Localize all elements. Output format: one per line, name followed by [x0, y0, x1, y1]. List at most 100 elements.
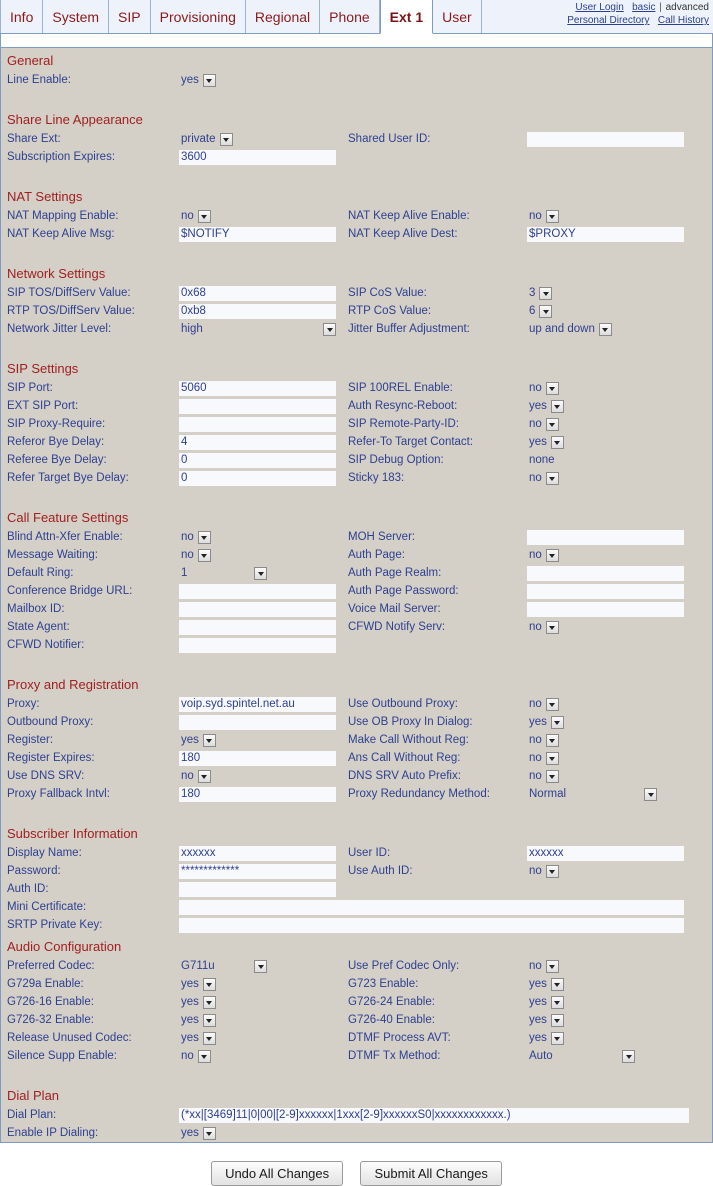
select-value: yes — [529, 996, 547, 1009]
select-g726-40-enable[interactable]: yes — [527, 1013, 579, 1028]
select-sip-100rel-enable[interactable]: no — [527, 381, 579, 396]
select-jitter-buffer-adjustment[interactable]: up and down — [527, 322, 612, 337]
input-sip-port[interactable] — [179, 380, 336, 396]
select-sticky-183[interactable]: no — [527, 471, 579, 486]
top-right-links: User Login basic | advanced Personal Dir… — [567, 1, 709, 27]
input-user-id[interactable] — [527, 845, 684, 861]
select-preferred-codec[interactable]: G711u — [179, 959, 267, 974]
chevron-down-icon — [550, 435, 564, 449]
tab-ext-1[interactable]: Ext 1 — [379, 0, 434, 34]
tab-info[interactable]: Info — [0, 0, 44, 33]
input-mini-certificate[interactable] — [179, 899, 684, 915]
tab-user[interactable]: User — [433, 0, 482, 33]
input-srtp-private-key[interactable] — [179, 917, 684, 933]
select-release-unused-codec[interactable]: yes — [179, 1031, 231, 1046]
select-network-jitter-level[interactable]: high — [179, 322, 336, 337]
select-cfwd-notify-serv[interactable]: no — [527, 620, 579, 635]
advanced-mode-label[interactable]: advanced — [666, 2, 709, 13]
select-line-enable[interactable]: yes — [179, 73, 231, 88]
select-refer-to-target-contact[interactable]: yes — [527, 435, 579, 450]
select-share-ext[interactable]: private — [179, 132, 249, 147]
input-dial-plan[interactable] — [179, 1107, 689, 1123]
submit-all-changes-button[interactable]: Submit All Changes — [360, 1161, 502, 1186]
select-register[interactable]: yes — [179, 733, 231, 748]
select-auth-page[interactable]: no — [527, 548, 579, 563]
chevron-down-icon — [550, 1013, 564, 1027]
tab-system[interactable]: System — [43, 0, 110, 33]
undo-all-changes-button[interactable]: Undo All Changes — [211, 1161, 344, 1186]
input-auth-page-realm[interactable] — [527, 565, 684, 581]
select-enable-ip-dialing[interactable]: yes — [179, 1126, 231, 1141]
label-nat-mapping-enable: NAT Mapping Enable: — [7, 210, 119, 222]
label-password: Password: — [7, 865, 61, 877]
row-network-jitter-level: Network Jitter Level: high Jitter Buffer… — [1, 320, 712, 338]
select-use-pref-codec-only[interactable]: no — [527, 959, 579, 974]
input-proxy-fallback-intvl[interactable] — [179, 786, 336, 802]
basic-mode-link[interactable]: basic — [632, 2, 655, 13]
input-conference-bridge-url[interactable] — [179, 583, 336, 599]
select-g726-24-enable[interactable]: yes — [527, 995, 579, 1010]
select-auth-resync-reboot[interactable]: yes — [527, 399, 579, 414]
select-value: 6 — [529, 305, 536, 318]
select-nat-mapping-enable[interactable]: no — [179, 209, 231, 224]
select-sip-debug-option[interactable]: none — [527, 453, 713, 468]
input-subscription-expires[interactable] — [179, 149, 336, 165]
select-proxy-redundancy-method[interactable]: Normal — [527, 787, 657, 802]
select-use-outbound-proxy[interactable]: no — [527, 697, 579, 712]
select-g726-32-enable[interactable]: yes — [179, 1013, 231, 1028]
input-state-agent[interactable] — [179, 619, 336, 635]
input-sip-proxy-require[interactable] — [179, 416, 336, 432]
row-g729a-enable: G729a Enable: yes G723 Enable: yes — [1, 975, 712, 993]
select-g729a-enable[interactable]: yes — [179, 977, 231, 992]
personal-directory-link[interactable]: Personal Directory — [567, 15, 649, 26]
select-dtmf-process-avt[interactable]: yes — [527, 1031, 579, 1046]
input-mailbox-id[interactable] — [179, 601, 336, 617]
select-default-ring[interactable]: 1 — [179, 566, 267, 581]
select-use-auth-id[interactable]: no — [527, 864, 579, 879]
input-sip-tos-diffserv-value[interactable] — [179, 285, 336, 301]
select-nat-keep-alive-enable[interactable]: no — [527, 209, 579, 224]
input-moh-server[interactable] — [527, 529, 684, 545]
input-register-expires[interactable] — [179, 750, 336, 766]
label-conference-bridge-url: Conference Bridge URL: — [7, 585, 133, 597]
input-nat-keep-alive-msg[interactable] — [179, 226, 336, 242]
select-rtp-cos-value[interactable]: 6 — [527, 304, 579, 319]
select-use-dns-srv[interactable]: no — [179, 769, 231, 784]
input-refer-target-bye-delay[interactable] — [179, 470, 336, 486]
select-ans-call-without-reg[interactable]: no — [527, 751, 579, 766]
input-cfwd-notifier[interactable] — [179, 637, 336, 653]
select-dtmf-tx-method[interactable]: Auto — [527, 1049, 635, 1064]
input-display-name[interactable] — [179, 845, 336, 861]
input-auth-page-password[interactable] — [527, 583, 684, 599]
label-mailbox-id: Mailbox ID: — [7, 603, 65, 615]
input-auth-id[interactable] — [179, 881, 336, 897]
select-g726-16-enable[interactable]: yes — [179, 995, 231, 1010]
select-sip-cos-value[interactable]: 3 — [527, 286, 579, 301]
tab-provisioning[interactable]: Provisioning — [150, 0, 246, 33]
tab-phone[interactable]: Phone — [320, 0, 380, 33]
user-login-link[interactable]: User Login — [575, 2, 623, 13]
select-blind-attn-xfer-enable[interactable]: no — [179, 530, 231, 545]
tab-regional[interactable]: Regional — [245, 0, 321, 33]
input-shared-user-id[interactable] — [527, 131, 684, 147]
input-nat-keep-alive-dest[interactable] — [527, 226, 684, 242]
select-use-ob-proxy-in-dialog[interactable]: yes — [527, 715, 579, 730]
call-history-link[interactable]: Call History — [658, 15, 709, 26]
chevron-down-icon — [219, 132, 233, 146]
select-make-call-without-reg[interactable]: no — [527, 733, 579, 748]
input-outbound-proxy[interactable] — [179, 714, 336, 730]
select-message-waiting[interactable]: no — [179, 548, 231, 563]
tab-sip[interactable]: SIP — [109, 0, 151, 33]
input-referor-bye-delay[interactable] — [179, 434, 336, 450]
input-proxy[interactable] — [179, 696, 336, 712]
input-password[interactable] — [179, 863, 336, 879]
select-g723-enable[interactable]: yes — [527, 977, 579, 992]
select-silence-supp-enable[interactable]: no — [179, 1049, 231, 1064]
input-voice-mail-server[interactable] — [527, 601, 684, 617]
input-referee-bye-delay[interactable] — [179, 452, 336, 468]
select-sip-remote-party-id[interactable]: no — [527, 417, 579, 432]
input-rtp-tos-diffserv-value[interactable] — [179, 303, 336, 319]
chevron-down-icon — [254, 566, 267, 580]
select-dns-srv-auto-prefix[interactable]: no — [527, 769, 579, 784]
input-ext-sip-port[interactable] — [179, 398, 336, 414]
